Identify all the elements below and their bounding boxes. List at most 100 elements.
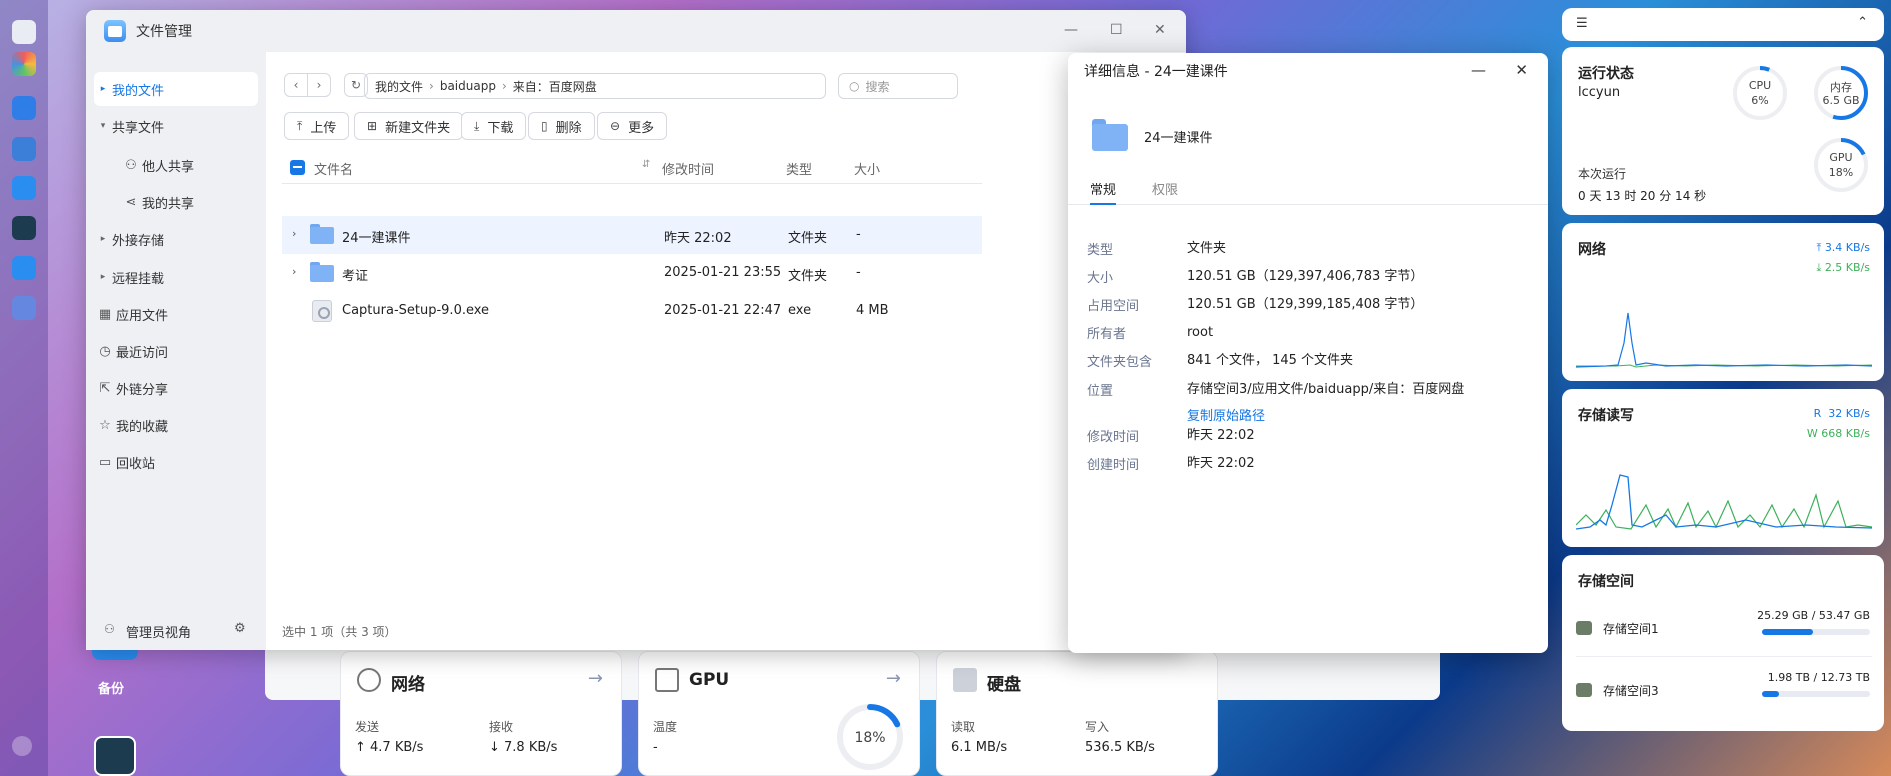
sidebar-item-app-files[interactable]: ▦ 应用文件 [94, 297, 258, 331]
copy-path-link[interactable]: 复制原始路径 [1187, 405, 1265, 424]
monitor-icon[interactable] [12, 20, 36, 44]
file-type: 文件夹 [788, 231, 828, 246]
field-label: 文件夹包含 [1087, 355, 1153, 370]
user-icon: ⚇ [125, 157, 137, 173]
screen-icon[interactable] [12, 137, 36, 161]
search-input[interactable]: ○ 搜索 [838, 73, 958, 99]
status-widget: 运行状态 lccyun 本次运行 0 天 13 时 20 分 14 秒 CPU … [1562, 47, 1884, 215]
download-button[interactable]: ⤓ 下载 [461, 112, 527, 140]
folder-icon[interactable] [12, 296, 36, 320]
upload-rate-value: 3.4 KB/s [1824, 241, 1870, 254]
close-icon[interactable]: ✕ [1154, 22, 1166, 38]
select-all-checkbox[interactable] [290, 160, 305, 175]
sidebar-item-my-files[interactable]: ▸ 我的文件 [94, 72, 258, 106]
forward-button[interactable]: › [307, 73, 331, 97]
write-value: 536.5 KB/s [1085, 740, 1155, 755]
folder-icon [310, 224, 334, 244]
sidebar-item-label: 最近访问 [116, 345, 169, 361]
sidebar-item-external[interactable]: ▸ 外接存储 [94, 222, 258, 256]
search-icon: ○ [849, 79, 860, 93]
column-type[interactable]: 类型 [786, 159, 812, 178]
column-modified[interactable]: 修改时间 [662, 159, 714, 178]
monitor-app-icon[interactable] [12, 216, 36, 240]
download-rate-value: 2.5 KB/s [1824, 261, 1870, 274]
details-dialog: 详细信息 - 24一建课件 — ✕ 24一建课件 常规 权限 类型 文件夹 大小 1… [1068, 53, 1548, 653]
read-value: 6.1 MB/s [951, 740, 1008, 755]
delete-button[interactable]: ▯ 删除 [528, 112, 595, 140]
maximize-icon[interactable]: ☐ [1110, 22, 1123, 38]
table-row[interactable]: › 24一建课件 昨天 22:02 文件夹 - [282, 216, 982, 254]
sort-icon[interactable]: ⇵ [642, 159, 650, 170]
storage-volume-1[interactable]: 存储空间1 25.29 GB / 53.47 GB [1576, 603, 1872, 653]
sidebar-item-favorites[interactable]: ☆ 我的收藏 [94, 408, 258, 442]
monitor-app-icon[interactable] [94, 736, 136, 776]
titlebar[interactable]: 文件管理 [86, 10, 1186, 52]
more-icon: ⊖ [610, 119, 621, 133]
breadcrumb-item[interactable]: 我的文件 [375, 78, 423, 95]
user-icon: ⚇ [104, 622, 115, 636]
sidebar-item-trash[interactable]: ▭ 回收站 [94, 445, 258, 479]
recv-value: ↓ 7.8 KB/s [489, 740, 558, 755]
back-button[interactable]: ‹ [284, 73, 308, 97]
breadcrumb-item[interactable]: 来自：百度网盘 [513, 78, 597, 95]
globe-icon [357, 668, 381, 692]
minimize-icon[interactable]: — [1471, 61, 1486, 79]
file-list-area: ‹ › ↻ 我的文件 › baiduapp › 来自：百度网盘 ○ 搜索 ⤒ 上传… [266, 52, 1186, 620]
caret-right-icon: ▸ [100, 272, 106, 282]
tab-general[interactable]: 常规 [1090, 179, 1117, 205]
close-icon[interactable]: ✕ [1515, 61, 1528, 79]
menu-icon[interactable]: ☰ [1576, 16, 1588, 31]
storage-icon[interactable] [12, 96, 36, 120]
file-size: - [856, 265, 861, 280]
sidebar-item-label: 我的文件 [112, 83, 165, 99]
field-label: 类型 [1087, 243, 1114, 258]
chevron-right-icon[interactable]: › [292, 265, 296, 278]
gear-icon[interactable]: ⚙ [234, 621, 246, 636]
volume-usage-bar [1762, 629, 1870, 635]
files2-icon[interactable] [12, 256, 36, 280]
table-row[interactable]: › 考证 2025-01-21 23:55 文件夹 - [282, 254, 982, 292]
new-folder-button[interactable]: ⊞ 新建文件夹 [354, 112, 464, 140]
dashboard-network-card[interactable]: 网络 → 发送 ↑ 4.7 KB/s 接收 ↓ 7.8 KB/s [340, 651, 622, 776]
sidebar-item-label: 回收站 [116, 456, 156, 472]
sidebar-item-my-shared[interactable]: ⋖ 我的共享 [94, 185, 258, 219]
settings-icon[interactable] [12, 736, 32, 756]
field-value: 120.51 GB（129,399,185,408 字节） [1187, 297, 1424, 312]
disk-icon [953, 668, 977, 692]
minimize-icon[interactable]: — [1064, 22, 1078, 38]
storage-volume-3[interactable]: 存储空间3 1.98 TB / 12.73 TB [1576, 665, 1872, 715]
file-name: 24一建课件 [342, 231, 411, 246]
table-row[interactable]: Captura-Setup-9.0.exe 2025-01-21 22:47 e… [282, 292, 982, 330]
dashboard-disk-card[interactable]: 硬盘 读取 6.1 MB/s 写入 536.5 KB/s [936, 651, 1218, 776]
sidebar-item-shared[interactable]: ▾ 共享文件 [94, 109, 258, 143]
sidebar-item-links[interactable]: ⇱ 外链分享 [94, 371, 258, 405]
column-name[interactable]: 文件名 [314, 159, 353, 178]
file-type: exe [788, 303, 812, 318]
apps-icon[interactable] [12, 52, 36, 76]
sidebar-item-others-shared[interactable]: ⚇ 他人共享 [94, 148, 258, 182]
field-value: 昨天 22:02 [1187, 456, 1255, 471]
temp-value: - [653, 740, 658, 755]
sidebar-item-label: 外接存储 [112, 233, 165, 249]
arrow-right-icon[interactable]: → [588, 668, 603, 689]
field-label: 创建时间 [1087, 458, 1140, 473]
more-button[interactable]: ⊖ 更多 [597, 112, 668, 140]
chevron-right-icon[interactable]: › [292, 227, 296, 240]
collapse-icon[interactable]: ⌃ [1857, 15, 1868, 30]
details-tabs: 常规 权限 [1068, 173, 1548, 205]
upload-button[interactable]: ⤒ 上传 [284, 112, 350, 140]
files-icon[interactable] [12, 176, 36, 200]
sidebar-item-recent[interactable]: ◷ 最近访问 [94, 334, 258, 368]
admin-view-label[interactable]: 管理员视角 [126, 622, 191, 641]
trash-icon: ▯ [541, 119, 548, 133]
arrow-right-icon[interactable]: → [886, 668, 901, 689]
window-title: 文件管理 [136, 24, 192, 40]
gpu-usage-text: 18% [854, 730, 885, 746]
breadcrumb-item[interactable]: baiduapp [440, 79, 496, 93]
column-size[interactable]: 大小 [854, 159, 880, 178]
breadcrumb[interactable]: 我的文件 › baiduapp › 来自：百度网盘 [364, 73, 826, 99]
dashboard-gpu-card[interactable]: GPU → 温度 - 18% [638, 651, 920, 776]
sidebar-item-remote[interactable]: ▸ 远程挂载 [94, 260, 258, 294]
send-value: ↑ 4.7 KB/s [355, 740, 424, 755]
tab-permissions[interactable]: 权限 [1152, 179, 1178, 198]
